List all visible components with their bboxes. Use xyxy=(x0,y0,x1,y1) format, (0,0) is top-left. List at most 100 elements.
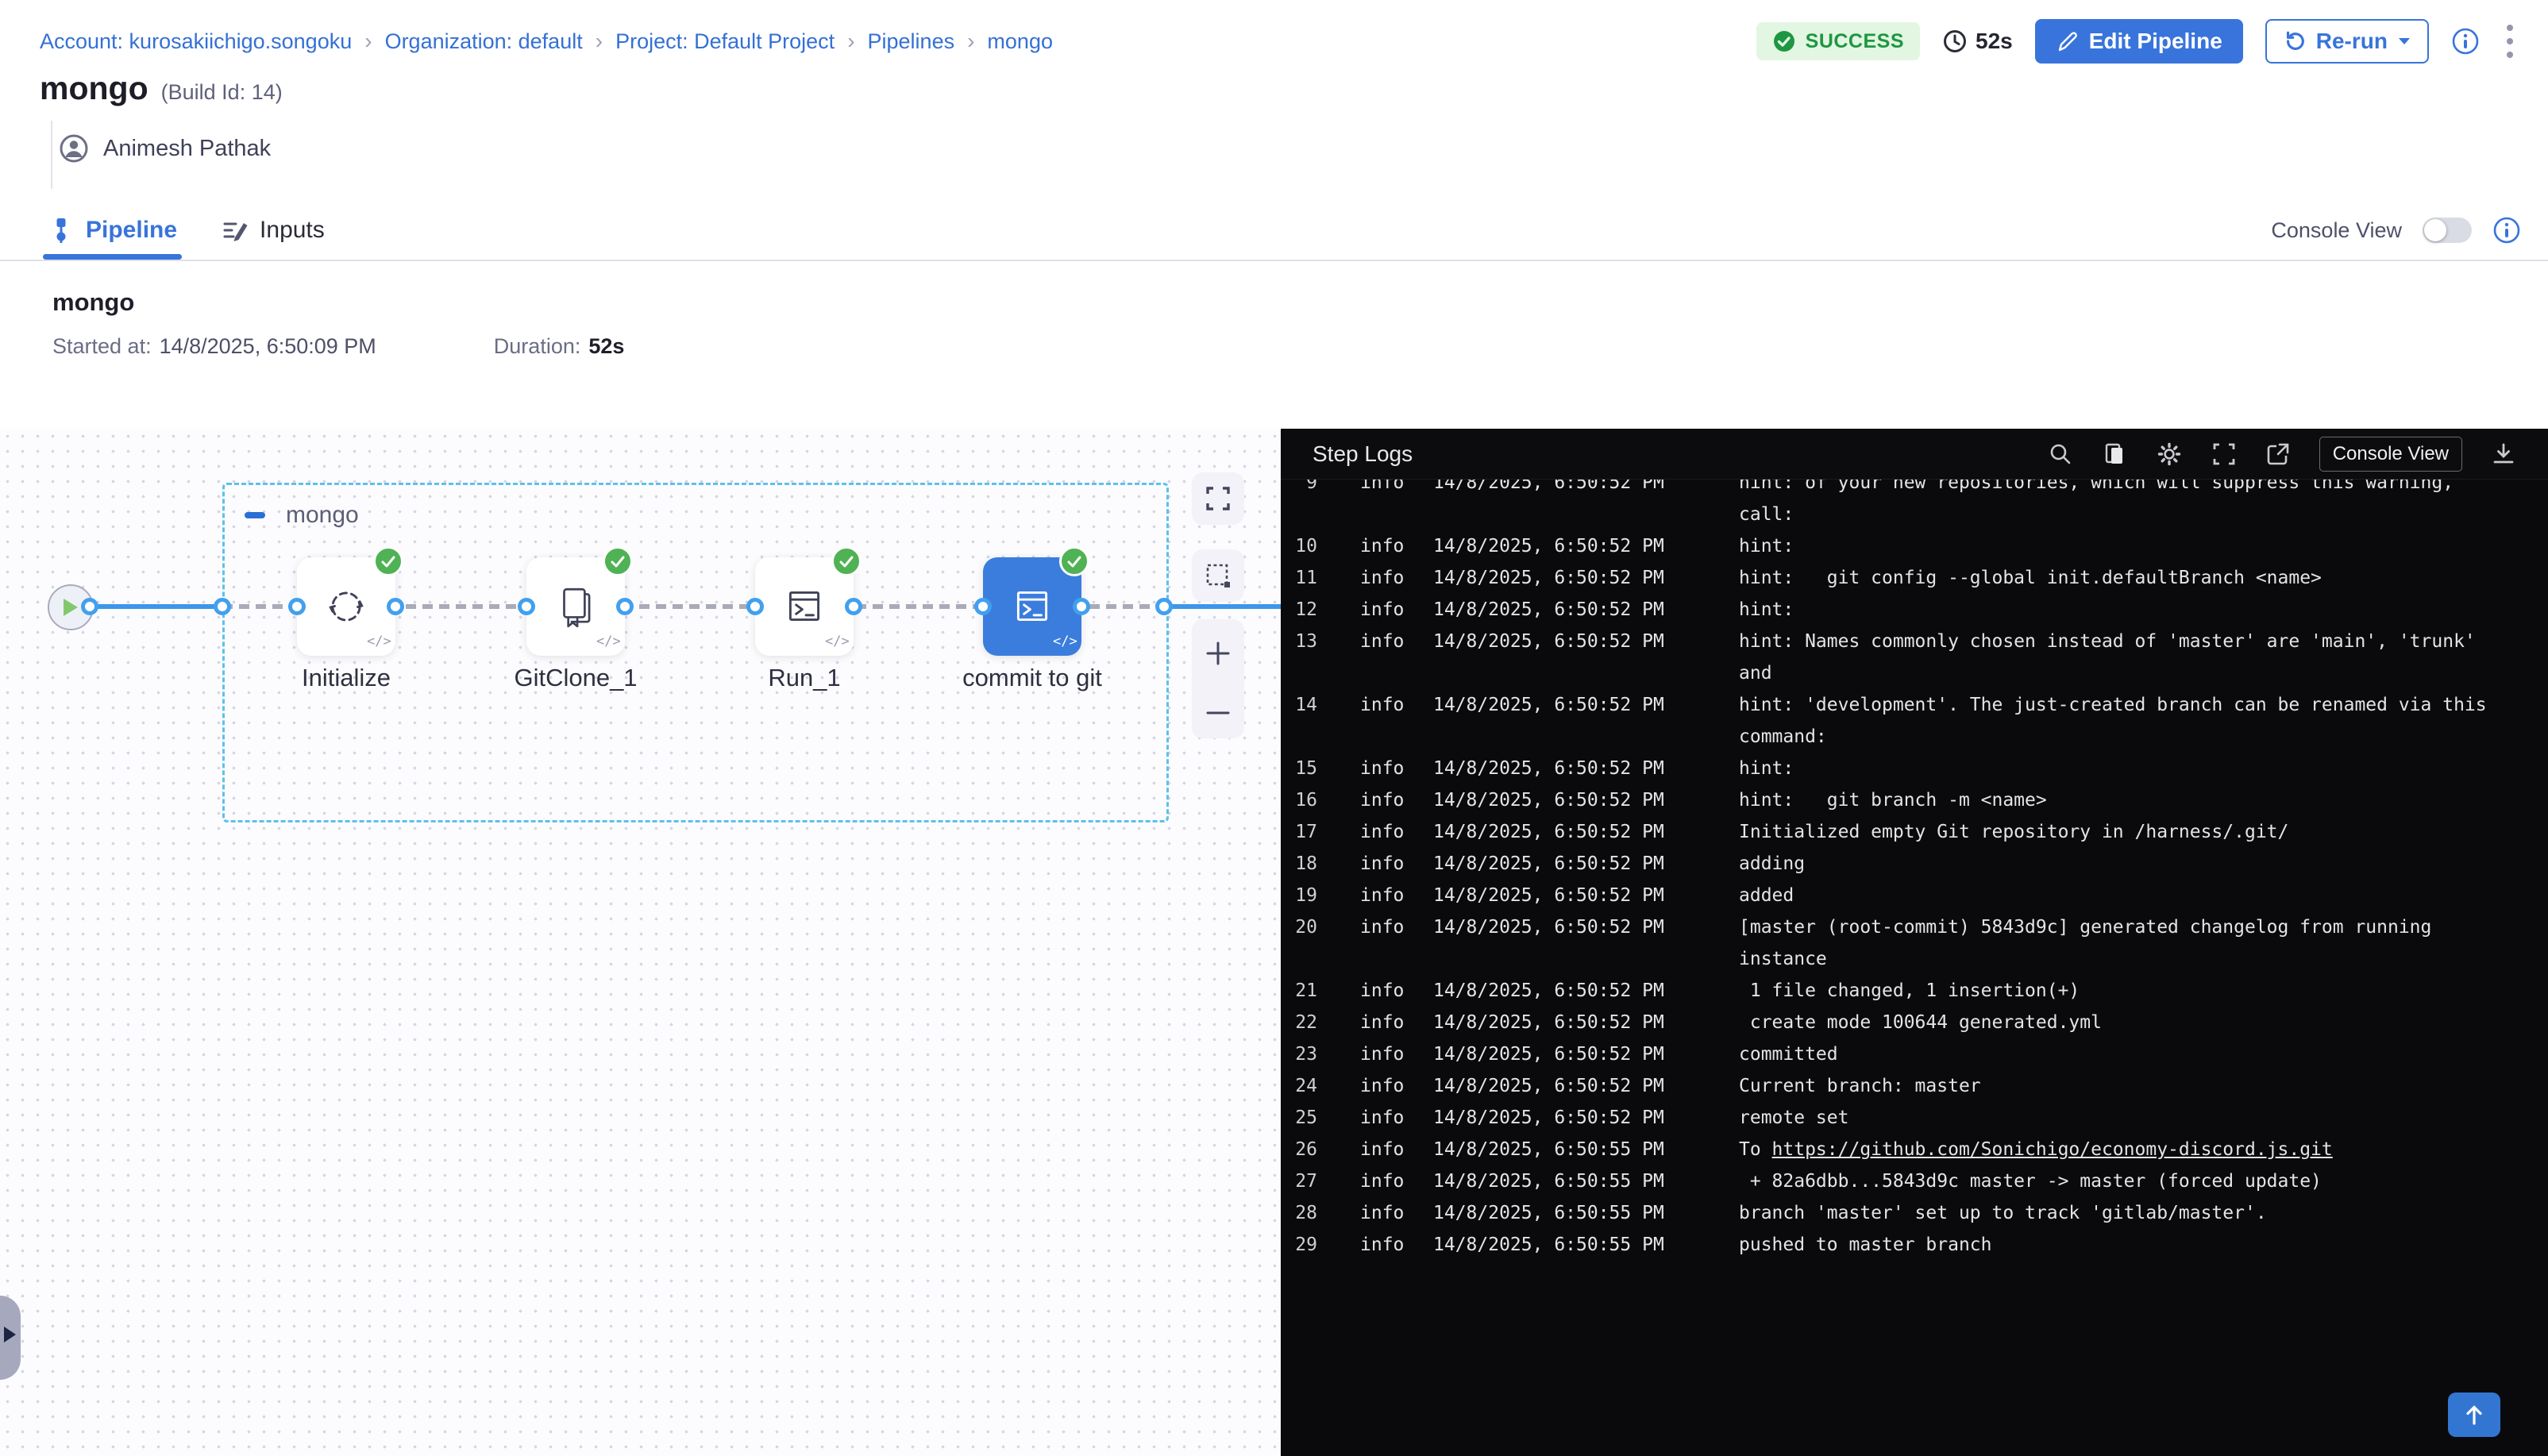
pipeline-canvas[interactable]: mongo </>Initialize</>GitClone_1</>Run_1… xyxy=(0,429,1281,1456)
zoom-out-button[interactable] xyxy=(1204,707,1232,718)
tab-pipeline[interactable]: Pipeline xyxy=(48,201,177,260)
connector-dot xyxy=(387,598,404,615)
log-message-line: hint: git config --global init.defaultBr… xyxy=(1739,562,2322,594)
console-view-toggle-label: Console View xyxy=(2271,218,2402,243)
stage-group-label: mongo xyxy=(286,502,359,529)
rerun-label: Re-run xyxy=(2316,29,2388,54)
marquee-select-button[interactable] xyxy=(1192,549,1244,602)
log-level: info xyxy=(1360,562,1408,594)
log-timestamp: 14/8/2025, 6:50:55 PM xyxy=(1433,1134,1698,1165)
duration-indicator: 52s xyxy=(1942,29,2013,54)
connector-dot xyxy=(845,598,862,615)
log-timestamp: 14/8/2025, 6:50:52 PM xyxy=(1433,911,1698,943)
connector-dot xyxy=(616,598,634,615)
tab-inputs-label: Inputs xyxy=(260,217,325,244)
build-author: Animesh Pathak xyxy=(59,133,271,164)
tab-pipeline-label: Pipeline xyxy=(86,217,177,244)
breadcrumb-item[interactable]: mongo xyxy=(987,29,1053,54)
log-timestamp: 14/8/2025, 6:50:52 PM xyxy=(1433,562,1698,594)
search-logs-icon[interactable] xyxy=(2048,441,2073,467)
breadcrumb: Account: kurosakiichigo.songoku›Organiza… xyxy=(40,29,1053,54)
log-link[interactable]: https://github.com/Sonichigo/economy-dis… xyxy=(1772,1139,2333,1160)
scroll-to-top-button[interactable] xyxy=(2448,1392,2500,1437)
log-timestamp: 14/8/2025, 6:50:52 PM xyxy=(1433,689,1698,721)
log-level: info xyxy=(1360,689,1408,721)
log-row: 20info14/8/2025, 6:50:52 PM[master (root… xyxy=(1293,911,2548,975)
step-logs-body[interactable]: 9info14/8/2025, 6:50:52 PMhint: of your … xyxy=(1281,480,2548,1456)
stage-summary-bar: mongo Started at: 14/8/2025, 6:50:09 PM … xyxy=(0,261,2548,430)
log-message-line: hint: xyxy=(1739,530,1794,562)
breadcrumb-item[interactable]: Pipelines xyxy=(868,29,955,54)
log-line-number: 21 xyxy=(1293,975,1317,1007)
step-success-check-icon xyxy=(603,546,633,576)
duration-label: Duration: xyxy=(494,334,581,359)
log-timestamp: 14/8/2025, 6:50:52 PM xyxy=(1433,848,1698,880)
open-in-new-tab-icon[interactable] xyxy=(2265,441,2291,467)
console-view-info-icon[interactable] xyxy=(2492,216,2521,245)
download-logs-icon[interactable] xyxy=(2491,441,2516,467)
log-level: info xyxy=(1360,1070,1408,1102)
log-level: info xyxy=(1360,848,1408,880)
edge-stage-to-end xyxy=(1164,604,1281,609)
connector-dot xyxy=(746,598,764,615)
log-row: 24info14/8/2025, 6:50:52 PMCurrent branc… xyxy=(1293,1070,2548,1102)
log-message: pushed to master branch xyxy=(1739,1229,1992,1261)
log-message-line: adding xyxy=(1739,848,1805,880)
user-avatar-icon xyxy=(59,133,89,164)
log-message-line: committed xyxy=(1739,1038,1838,1070)
log-message: 1 file changed, 1 insertion(+) xyxy=(1739,975,2080,1007)
log-rows: 9info14/8/2025, 6:50:52 PMhint: of your … xyxy=(1281,480,2548,1261)
breadcrumb-item[interactable]: Organization: default xyxy=(385,29,583,54)
rerun-info-icon[interactable] xyxy=(2451,27,2480,56)
step-label: Run_1 xyxy=(677,664,931,692)
console-view-toggle[interactable] xyxy=(2423,218,2472,243)
step-success-check-icon xyxy=(373,546,403,576)
log-line-number: 14 xyxy=(1293,689,1317,721)
copy-logs-icon[interactable] xyxy=(2102,441,2127,467)
log-message-line: added xyxy=(1739,880,1794,911)
tab-inputs[interactable]: Inputs xyxy=(222,201,325,260)
expand-logs-icon[interactable] xyxy=(2211,441,2237,467)
log-message: added xyxy=(1739,880,1794,911)
log-message-line: branch 'master' set up to track 'gitlab/… xyxy=(1739,1197,2267,1229)
started-at-value: 14/8/2025, 6:50:09 PM xyxy=(160,334,376,359)
refresh-icon xyxy=(2283,29,2307,53)
connector-dot xyxy=(288,598,306,615)
log-level: info xyxy=(1360,816,1408,848)
log-line-number: 26 xyxy=(1293,1134,1317,1165)
log-message-line: pushed to master branch xyxy=(1739,1229,1992,1261)
code-step-glyph: </> xyxy=(596,634,621,649)
log-level: info xyxy=(1360,626,1408,657)
log-level: info xyxy=(1360,911,1408,943)
log-timestamp: 14/8/2025, 6:50:55 PM xyxy=(1433,1197,1698,1229)
log-row: 27info14/8/2025, 6:50:55 PM + 82a6dbb...… xyxy=(1293,1165,2548,1197)
zoom-in-button[interactable] xyxy=(1204,639,1232,668)
log-line-number: 16 xyxy=(1293,784,1317,816)
console-view-button[interactable]: Console View xyxy=(2319,437,2462,472)
breadcrumb-item[interactable]: Project: Default Project xyxy=(615,29,835,54)
rerun-button[interactable]: Re-run xyxy=(2265,19,2429,64)
connector-dot xyxy=(1073,598,1090,615)
collapse-stage-icon[interactable] xyxy=(245,512,265,518)
log-level: info xyxy=(1360,1038,1408,1070)
edit-pipeline-button[interactable]: Edit Pipeline xyxy=(2035,19,2243,64)
build-id: (Build Id: 14) xyxy=(161,80,283,105)
step-success-check-icon xyxy=(831,546,862,576)
log-line-number: 10 xyxy=(1293,530,1317,562)
breadcrumb-item[interactable]: Account: kurosakiichigo.songoku xyxy=(40,29,352,54)
log-line-number: 18 xyxy=(1293,848,1317,880)
log-message: Initialized empty Git repository in /har… xyxy=(1739,816,2288,848)
log-line-number: 24 xyxy=(1293,1070,1317,1102)
step-label: Initialize xyxy=(219,664,473,692)
fullscreen-canvas-button[interactable] xyxy=(1192,472,1244,525)
log-level: info xyxy=(1360,1007,1408,1038)
code-step-glyph: </> xyxy=(1053,634,1077,649)
left-drawer-expand-handle[interactable] xyxy=(0,1296,21,1380)
log-level: info xyxy=(1360,530,1408,562)
log-settings-gear-icon[interactable] xyxy=(2156,441,2183,468)
log-level: info xyxy=(1360,1165,1408,1197)
log-line-number: 28 xyxy=(1293,1197,1317,1229)
log-line-number: 13 xyxy=(1293,626,1317,657)
more-options-menu[interactable] xyxy=(2502,20,2518,63)
log-message: hint: Names commonly chosen instead of '… xyxy=(1739,626,2476,689)
